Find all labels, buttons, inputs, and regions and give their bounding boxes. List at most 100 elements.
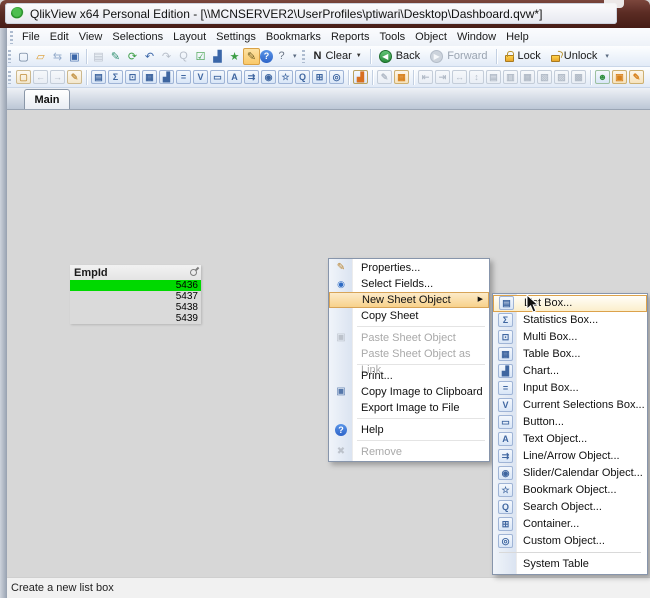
listbox-value-row[interactable]: 5437 [70,291,201,302]
design-grid-toggle-icon[interactable]: ✎ [243,48,260,65]
menu-layout[interactable]: Layout [168,29,211,46]
clear-button[interactable]: N Clear ▼ [309,47,367,65]
new-line-arrow-icon[interactable]: ⇉ [244,70,259,84]
menuitem-properties[interactable]: ✎ Properties... [329,260,489,276]
refresh-icon[interactable]: ⇆ [49,48,66,65]
menuitem-new-sheet-object[interactable]: New Sheet Object ▶ [329,292,489,308]
menuitem-select-fields[interactable]: ◉ Select Fields... [329,276,489,292]
menu-file[interactable]: File [17,29,45,46]
empid-listbox: EmpId 5436 5437 5438 5439 [70,265,201,324]
menuitem-print[interactable]: Print... [329,368,489,384]
listbox-value-row[interactable]: 5438 [70,302,201,313]
chart-wizard-icon[interactable]: ▟ [353,70,368,84]
clear-dropdown-caret[interactable]: ▼ [356,53,362,59]
design-toolbar: ▢ ← → ✎ ▤ Σ ⊡ ▦ ▟ = V ▭ A ⇉ ◉ ☆ Q ⊞ ◎ ▟ … [0,67,650,88]
menu-help[interactable]: Help [501,29,534,46]
new-current-selections-box-icon[interactable]: V [193,70,208,84]
open-icon[interactable]: ▱ [32,48,49,65]
new-button-icon[interactable]: ▭ [210,70,225,84]
listbox-search-icon[interactable] [190,269,197,276]
tab-main[interactable]: Main [24,89,70,109]
submenu-item-multi-box[interactable]: ⊡ Multi Box... [493,329,647,346]
sheet-properties-icon[interactable]: ✎ [67,70,82,84]
quick-chart-wizard-icon[interactable]: ▟ [209,48,226,65]
design-grid-icon[interactable]: ▦ [394,70,409,84]
listbox-caption[interactable]: EmpId [70,265,201,280]
toolbar-overflow-chevron[interactable]: ▾ [602,52,612,60]
submenu-item-slider-calendar-object[interactable]: ◉ Slider/Calendar Object... [493,465,647,482]
save-icon[interactable]: ▣ [66,48,83,65]
back-button[interactable]: ◀ Back [374,47,425,65]
listbox-value-row[interactable]: 5436 [70,280,201,291]
reload-icon[interactable]: ⟳ [124,48,141,65]
new-container-icon[interactable]: ⊞ [312,70,327,84]
menuitem-copy-image-to-clipboard[interactable]: ▣ Copy Image to Clipboard [329,384,489,400]
toolbar-separator [370,49,371,64]
whats-this-icon[interactable]: ? [273,48,290,65]
edit-module-icon[interactable]: ✎ [629,70,644,84]
menuitem-help[interactable]: ? Help [329,422,489,438]
edit-script-icon[interactable]: ✎ [107,48,124,65]
chart-icon: ▟ [498,364,513,378]
submenu-item-bookmark-object[interactable]: ☆ Bookmark Object... [493,482,647,499]
menuitem-label: Current Selections Box... [523,399,645,411]
menu-window[interactable]: Window [452,29,501,46]
space-vertically-icon: ▥ [503,70,518,84]
submenu-item-system-table[interactable]: System Table [493,556,647,573]
new-text-object-icon[interactable]: A [227,70,242,84]
menu-selections[interactable]: Selections [107,29,168,46]
add-sheet-icon[interactable]: ▢ [16,70,31,84]
menu-object[interactable]: Object [410,29,452,46]
menu-edit[interactable]: Edit [45,29,74,46]
submenu-item-input-box[interactable]: = Input Box... [493,380,647,397]
menuitem-label: Line/Arrow Object... [523,450,620,462]
menu-tools[interactable]: Tools [374,29,410,46]
new-list-box-icon[interactable]: ▤ [91,70,106,84]
undo-icon[interactable]: ↶ [141,48,158,65]
new-document-icon[interactable]: ▢ [15,48,32,65]
submenu-item-button[interactable]: ▭ Button... [493,414,647,431]
new-sheet-object-submenu: ▤ List Box... Σ Statistics Box... ⊡ Mult… [492,293,648,575]
favorites-star-icon[interactable]: ★ [226,48,243,65]
menu-view[interactable]: View [74,29,108,46]
new-table-box-icon[interactable]: ▦ [142,70,157,84]
menuitem-paste-sheet-object-as-link: Paste Sheet Object as Link [329,346,489,362]
submenu-item-search-object[interactable]: Q Search Object... [493,499,647,516]
menuitem-paste-sheet-object: ▣ Paste Sheet Object [329,330,489,346]
new-chart-icon[interactable]: ▟ [159,70,174,84]
lock-button[interactable]: Lock [500,47,546,65]
new-custom-object-icon[interactable]: ◎ [329,70,344,84]
submenu-item-chart[interactable]: ▟ Chart... [493,363,647,380]
menu-settings[interactable]: Settings [211,29,261,46]
submenu-item-table-box[interactable]: ▦ Table Box... [493,346,647,363]
submenu-item-line-arrow-object[interactable]: ⇉ Line/Arrow Object... [493,448,647,465]
menuitem-copy-sheet[interactable]: Copy Sheet [329,308,489,324]
submenu-item-container[interactable]: ⊞ Container... [493,516,647,533]
submenu-item-statistics-box[interactable]: Σ Statistics Box... [493,312,647,329]
menuitem-export-image-to-file[interactable]: Export Image to File [329,400,489,416]
help-icon[interactable]: ? [260,50,273,63]
multi-box-icon: ⊡ [498,330,513,344]
menu-bookmarks[interactable]: Bookmarks [261,29,326,46]
new-multi-box-icon[interactable]: ⊡ [125,70,140,84]
move-size-icon[interactable]: ▣ [612,70,627,84]
submenu-item-custom-object[interactable]: ◎ Custom Object... [493,533,647,550]
webview-toggle-icon[interactable]: ☻ [595,70,610,84]
text-object-icon: A [498,432,513,446]
submenu-item-current-selections-box[interactable]: V Current Selections Box... [493,397,647,414]
copy-image-icon: ▣ [332,384,350,400]
submenu-item-text-object[interactable]: A Text Object... [493,431,647,448]
format-painter-icon: ✎ [377,70,392,84]
submenu-item-list-box[interactable]: ▤ List Box... [493,295,647,312]
new-search-object-icon[interactable]: Q [295,70,310,84]
menu-reports[interactable]: Reports [326,29,375,46]
current-selections-icon[interactable]: ☑ [192,48,209,65]
listbox-value-row[interactable]: 5439 [70,313,201,324]
center-vertically-icon: ↕ [469,70,484,84]
unlock-button[interactable]: Unlock [546,47,603,65]
new-slider-calendar-icon[interactable]: ◉ [261,70,276,84]
new-bookmark-object-icon[interactable]: ☆ [278,70,293,84]
new-statistics-box-icon[interactable]: Σ [108,70,123,84]
new-input-box-icon[interactable]: = [176,70,191,84]
toolbar-overflow-chevron[interactable]: ▾ [290,52,300,60]
